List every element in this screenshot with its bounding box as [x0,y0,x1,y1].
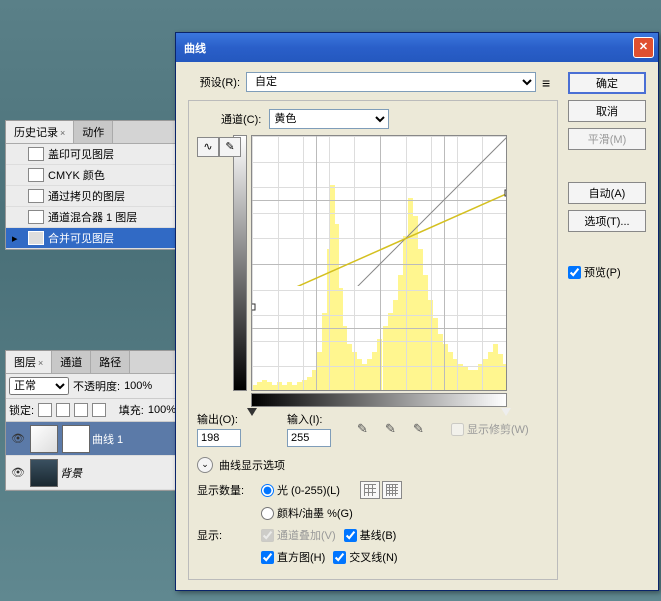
histogram-check[interactable]: 直方图(H) [261,549,325,565]
history-item-selected[interactable]: ▸合并可见图层 [6,228,179,249]
amount-ink-radio[interactable]: 颜料/油墨 %(G) [261,505,353,521]
close-button[interactable]: ✕ [633,37,654,58]
input-label: 输入(I): [287,411,331,427]
fill-value[interactable]: 100% [148,404,176,416]
curve-point[interactable] [251,303,256,310]
lock-position-icon[interactable] [74,403,88,417]
output-input[interactable] [197,429,241,447]
layer-icon [28,210,44,224]
input-input[interactable] [287,429,331,447]
tab-paths[interactable]: 路径 [91,351,130,373]
tab-close-icon[interactable]: × [60,128,65,138]
black-eyedropper-icon[interactable] [357,421,373,437]
channel-overlay-check: 通道叠加(V) [261,527,336,543]
white-eyedropper-icon[interactable] [413,421,429,437]
display-options-toggle[interactable]: ⌄ [197,457,213,473]
amount-light-radio[interactable]: 光 (0-255)(L) [261,482,340,498]
curve-point-tool[interactable]: ∿ [197,137,219,157]
layer-name[interactable]: 背景 [60,465,82,481]
cancel-button[interactable]: 取消 [568,100,646,122]
white-slider[interactable] [501,408,511,416]
smooth-button: 平滑(M) [568,128,646,150]
intersect-check[interactable]: 交叉线(N) [333,549,397,565]
layer-thumb-mask[interactable] [62,425,90,453]
tab-close-icon[interactable]: × [38,358,43,368]
curve-graph[interactable] [251,135,507,391]
visibility-icon[interactable] [11,466,25,476]
history-item[interactable]: 通过拷贝的图层 [6,186,179,207]
layer-name[interactable]: 曲线 1 [92,431,123,447]
tab-layers[interactable]: 图层× [6,351,52,373]
auto-button[interactable]: 自动(A) [568,182,646,204]
curve-fieldset: 通道(C): 黄色 ∿ ✎ [188,100,558,580]
show-clipping-check: 显示修剪(W) [451,421,529,437]
tab-channels[interactable]: 通道 [52,351,91,373]
fill-label: 填充: [119,402,144,418]
curve-line[interactable] [252,136,507,286]
layer-thumb[interactable] [30,459,58,487]
grid-fine-button[interactable] [382,481,402,499]
amount-label: 显示数量: [197,482,253,498]
history-item[interactable]: 通道混合器 1 图层 [6,207,179,228]
black-slider[interactable] [247,408,257,416]
layer-row-curves[interactable]: 曲线 1 [6,422,179,456]
visibility-icon[interactable] [11,432,25,442]
blend-mode-select[interactable]: 正常 [9,377,69,395]
curve-pencil-tool[interactable]: ✎ [219,137,241,157]
lock-pixels-icon[interactable] [56,403,70,417]
grid-coarse-button[interactable] [360,481,380,499]
tab-actions[interactable]: 动作 [74,121,113,143]
channel-select[interactable]: 黄色 [269,109,389,129]
options-button[interactable]: 选项(T)... [568,210,646,232]
show-label: 显示: [197,527,253,543]
opacity-label: 不透明度: [73,378,120,394]
preset-label: 预设(R): [188,74,240,90]
history-item[interactable]: CMYK 颜色 [6,165,179,186]
lock-all-icon[interactable] [92,403,106,417]
preset-select[interactable]: 自定 [246,72,536,92]
display-options-label: 曲线显示选项 [219,457,285,473]
layer-row-background[interactable]: 背景 [6,456,179,490]
opacity-value[interactable]: 100% [124,380,152,392]
layer-icon [28,147,44,161]
ok-button[interactable]: 确定 [568,72,646,94]
history-panel: 历史记录× 动作 盖印可见图层 CMYK 颜色 通过拷贝的图层 通道混合器 1 … [5,120,180,250]
layer-icon [28,189,44,203]
layers-panel: 图层× 通道 路径 正常 不透明度: 100% 锁定: 填充: 100% 曲线 … [5,350,180,491]
preset-menu-icon[interactable] [542,75,558,89]
titlebar[interactable]: 曲线 ✕ [176,33,658,62]
lock-transparent-icon[interactable] [38,403,52,417]
history-list: 盖印可见图层 CMYK 颜色 通过拷贝的图层 通道混合器 1 图层 ▸合并可见图… [6,144,179,249]
baseline-check[interactable]: 基线(B) [344,527,397,543]
dialog-title: 曲线 [184,40,633,56]
play-icon: ▸ [12,232,22,245]
output-gradient [233,135,247,391]
layer-icon [28,231,44,245]
layer-thumb-adjustment[interactable] [30,425,58,453]
curve-point[interactable] [505,190,508,197]
lock-label: 锁定: [9,402,34,418]
layer-icon [28,168,44,182]
gray-eyedropper-icon[interactable] [385,421,401,437]
preview-check[interactable]: 预览(P) [568,264,646,280]
input-gradient [251,393,507,407]
curves-dialog: 曲线 ✕ 预设(R): 自定 通道(C): 黄色 ∿ ✎ [175,32,659,591]
tab-history[interactable]: 历史记录× [6,121,74,143]
channel-label: 通道(C): [221,111,261,127]
output-label: 输出(O): [197,411,241,427]
history-item[interactable]: 盖印可见图层 [6,144,179,165]
